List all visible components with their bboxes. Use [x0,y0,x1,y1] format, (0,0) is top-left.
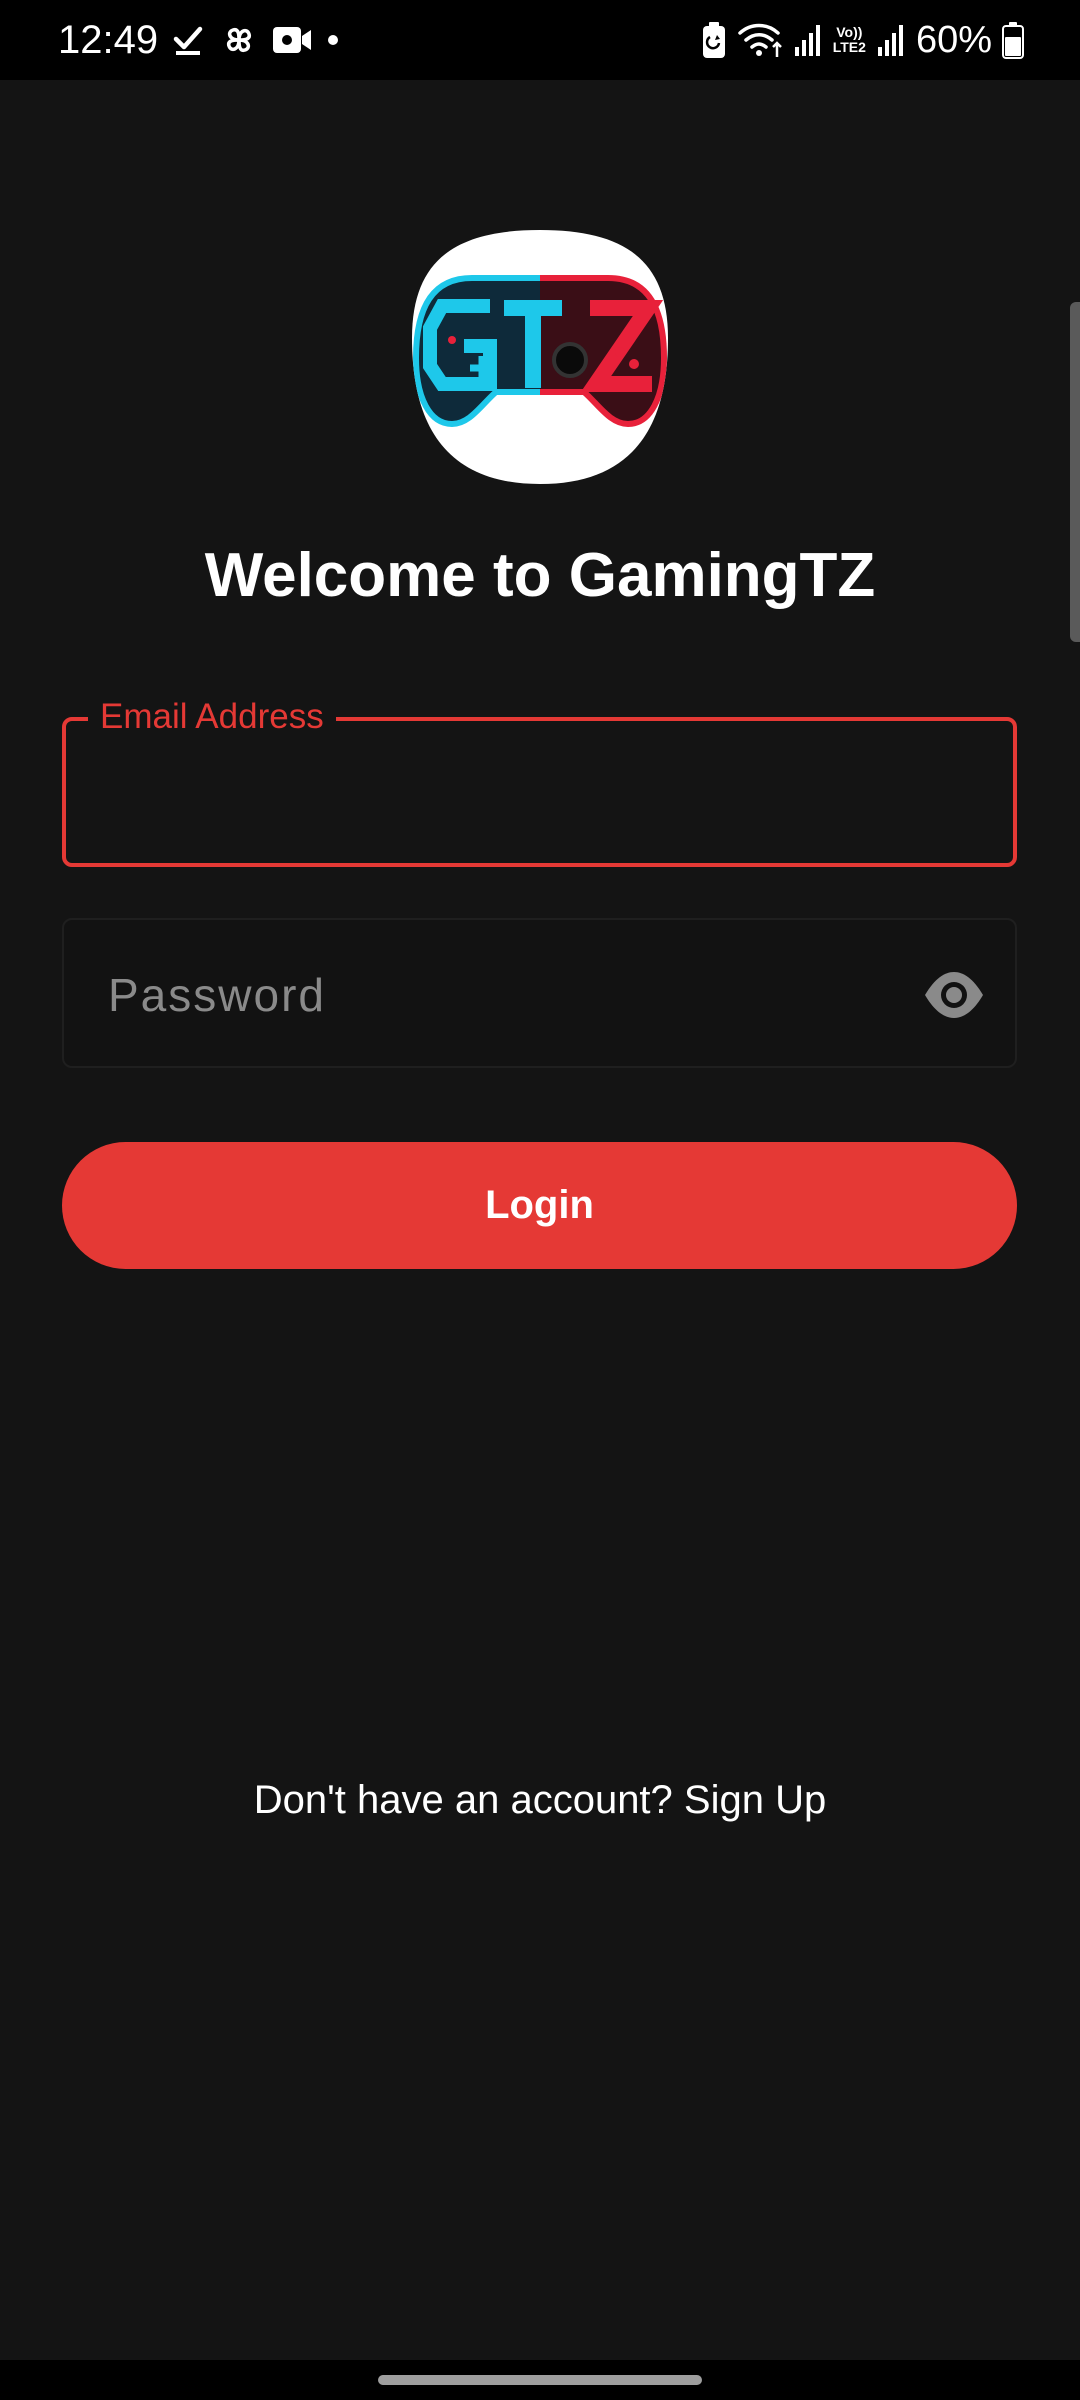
login-button[interactable]: Login [62,1142,1017,1269]
status-icons-right: Vo)) LTE2 60% [701,18,1024,62]
network-type-label: Vo)) LTE2 [833,25,866,55]
video-camera-icon [273,27,311,53]
signal-icon [877,25,903,56]
battery-saver-icon [702,22,725,58]
signup-link[interactable]: Sign Up [684,1778,826,1822]
password-field[interactable] [62,918,1017,1068]
battery-percent: 60% [915,19,992,61]
wifi-icon [737,23,782,57]
home-handle[interactable] [378,2375,702,2385]
status-bar: 12:49 Vo)) LTE2 60% [0,0,1080,80]
navigation-bar [0,2360,1080,2400]
volte-label: Vo)) [836,24,863,40]
email-field[interactable]: Email Address [62,695,1017,867]
signup-prompt: Don't have an account? [253,1778,673,1822]
dot-icon [328,35,338,45]
status-icons-left [172,20,340,60]
email-input[interactable] [106,761,970,823]
password-input[interactable] [106,962,890,1028]
gamingtz-logo [412,230,668,484]
status-time: 12:49 [58,18,159,62]
signup-row: Don't have an account? Sign Up [0,1772,1080,1828]
check-icon [173,26,203,55]
page-title: Welcome to GamingTZ [204,541,876,610]
login-screen: 12:49 Vo)) LTE2 60% Welcome to GamingTZ … [0,0,1080,2400]
email-label: Email Address [88,695,336,739]
pinwheel-icon [226,27,252,53]
eye-icon[interactable] [923,964,985,1026]
signal-icon [794,25,820,56]
battery-icon [1002,22,1024,59]
lte-label: LTE2 [832,39,866,55]
